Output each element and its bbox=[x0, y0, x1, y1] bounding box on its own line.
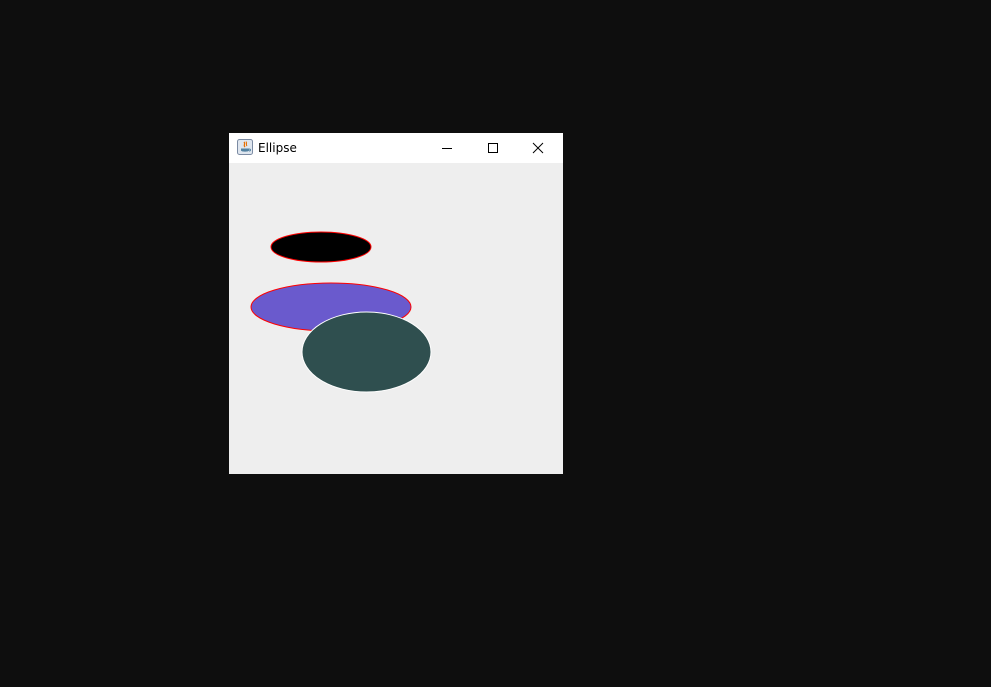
black-ellipse bbox=[270, 231, 372, 263]
maximize-icon bbox=[488, 143, 498, 153]
ellipse-window: Ellipse bbox=[229, 133, 563, 474]
desktop: Ellipse bbox=[0, 0, 991, 687]
drawing-surface bbox=[250, 231, 432, 393]
close-button[interactable] bbox=[517, 133, 563, 163]
minimize-icon bbox=[442, 148, 452, 149]
java-icon bbox=[237, 139, 253, 155]
close-icon bbox=[532, 142, 544, 154]
window-title: Ellipse bbox=[258, 141, 297, 155]
minimize-button[interactable] bbox=[426, 133, 472, 163]
maximize-button[interactable] bbox=[472, 133, 518, 163]
title-bar[interactable]: Ellipse bbox=[229, 133, 563, 163]
drawing-canvas bbox=[229, 163, 563, 474]
dark-slate-ellipse bbox=[301, 311, 432, 393]
